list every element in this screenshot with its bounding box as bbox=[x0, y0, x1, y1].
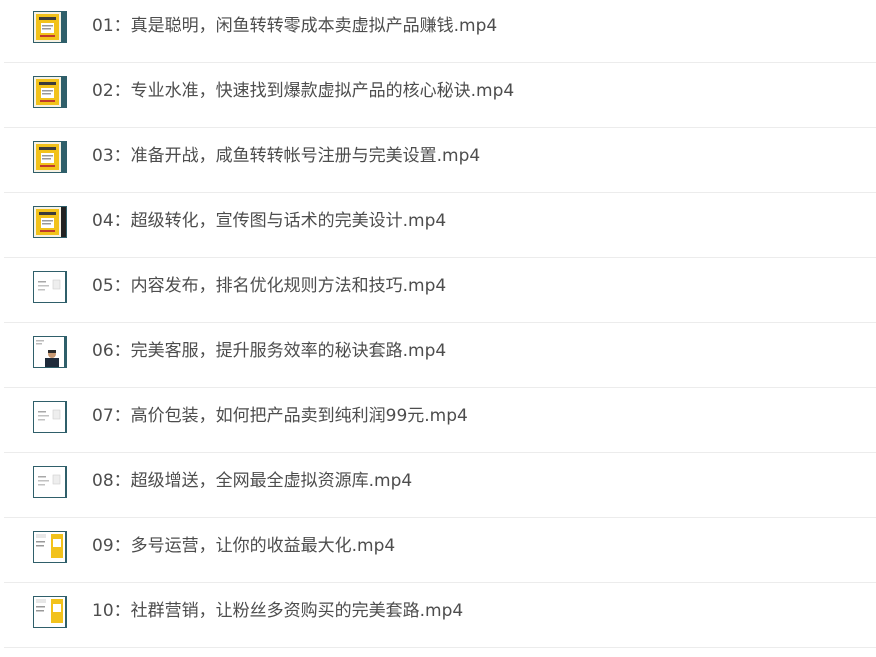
file-name[interactable]: 03：准备开战，咸鱼转转帐号注册与完美设置.mp4 bbox=[92, 144, 480, 168]
video-thumbnail-icon[interactable] bbox=[33, 11, 67, 43]
file-row[interactable]: 05：内容发布，排名优化规则方法和技巧.mp4 bbox=[0, 258, 876, 323]
video-thumbnail-icon[interactable] bbox=[33, 76, 67, 108]
row-divider bbox=[4, 647, 876, 648]
file-row[interactable]: 07：高价包装，如何把产品卖到纯利润99元.mp4 bbox=[0, 388, 876, 453]
file-name[interactable]: 06：完美客服，提升服务效率的秘诀套路.mp4 bbox=[92, 339, 446, 363]
file-row[interactable]: 08：超级增送，全网最全虚拟资源库.mp4 bbox=[0, 453, 876, 518]
file-row[interactable]: 09：多号运营，让你的收益最大化.mp4 bbox=[0, 518, 876, 583]
file-row[interactable]: 03：准备开战，咸鱼转转帐号注册与完美设置.mp4 bbox=[0, 128, 876, 193]
file-row[interactable]: 02：专业水准，快速找到爆款虚拟产品的核心秘诀.mp4 bbox=[0, 63, 876, 128]
file-list: 01：真是聪明，闲鱼转转零成本卖虚拟产品赚钱.mp4 02：专业水准，快速找到爆款… bbox=[0, 0, 876, 657]
video-thumbnail-icon[interactable] bbox=[33, 336, 67, 368]
file-row[interactable]: 06：完美客服，提升服务效率的秘诀套路.mp4 bbox=[0, 323, 876, 388]
file-row[interactable]: 10：社群营销，让粉丝多资购买的完美套路.mp4 bbox=[0, 583, 876, 648]
file-row[interactable]: 01：真是聪明，闲鱼转转零成本卖虚拟产品赚钱.mp4 bbox=[0, 0, 876, 63]
video-thumbnail-icon[interactable] bbox=[33, 531, 67, 563]
file-name[interactable]: 02：专业水准，快速找到爆款虚拟产品的核心秘诀.mp4 bbox=[92, 79, 514, 103]
file-row[interactable]: 04：超级转化，宣传图与话术的完美设计.mp4 bbox=[0, 193, 876, 258]
video-thumbnail-icon[interactable] bbox=[33, 596, 67, 628]
file-name[interactable]: 07：高价包装，如何把产品卖到纯利润99元.mp4 bbox=[92, 404, 468, 428]
file-name[interactable]: 10：社群营销，让粉丝多资购买的完美套路.mp4 bbox=[92, 599, 463, 623]
file-name[interactable]: 01：真是聪明，闲鱼转转零成本卖虚拟产品赚钱.mp4 bbox=[92, 14, 497, 38]
video-thumbnail-icon[interactable] bbox=[33, 466, 67, 498]
file-name[interactable]: 04：超级转化，宣传图与话术的完美设计.mp4 bbox=[92, 209, 446, 233]
file-name[interactable]: 09：多号运营，让你的收益最大化.mp4 bbox=[92, 534, 395, 558]
video-thumbnail-icon[interactable] bbox=[33, 401, 67, 433]
video-thumbnail-icon[interactable] bbox=[33, 206, 67, 238]
video-thumbnail-icon[interactable] bbox=[33, 271, 67, 303]
file-name[interactable]: 05：内容发布，排名优化规则方法和技巧.mp4 bbox=[92, 274, 446, 298]
video-thumbnail-icon[interactable] bbox=[33, 141, 67, 173]
file-name[interactable]: 08：超级增送，全网最全虚拟资源库.mp4 bbox=[92, 469, 412, 493]
